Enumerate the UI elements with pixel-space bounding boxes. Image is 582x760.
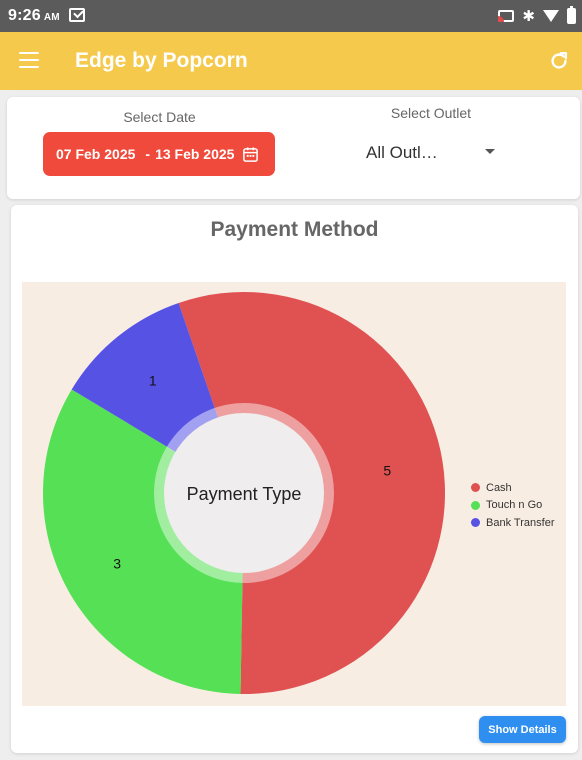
- donut-center-label: Payment Type: [187, 484, 302, 504]
- legend-item: Cash: [471, 479, 567, 497]
- legend-label: Bank Transfer: [486, 516, 555, 529]
- slice-value-label: 3: [113, 555, 121, 571]
- outlet-dropdown[interactable]: All Outl…: [366, 139, 506, 167]
- filter-card: Select Date 07 Feb 2025 - 13 Feb 2025 Se…: [7, 97, 580, 199]
- chart-plot-area: Payment Type 5 3 1 Cash Touch n Go Bank Tran…: [22, 282, 566, 706]
- legend-label: Touch n Go: [486, 499, 543, 512]
- payment-method-card: Payment Method Payment Type 5 3 1 Cash Touc…: [11, 205, 578, 753]
- app-bar: Edge by Popcorn: [0, 32, 582, 90]
- legend-item: Touch n Go: [471, 497, 567, 515]
- legend-swatch: [471, 518, 480, 528]
- wifi-icon: [543, 10, 559, 22]
- legend-label: Cash: [486, 481, 512, 494]
- chart-legend: Cash Touch n Go Bank Transfer: [471, 479, 567, 532]
- outlet-value: All Outl…: [366, 143, 438, 162]
- dropdown-caret-icon: [485, 149, 495, 154]
- chart-title: Payment Method: [210, 218, 379, 241]
- legend-item: Bank Transfer: [471, 514, 567, 532]
- select-outlet-label: Select Outlet: [390, 105, 472, 121]
- slice-value-label: 1: [149, 372, 157, 388]
- legend-swatch: [471, 483, 480, 493]
- status-bar: 9:26 AM ✱: [0, 0, 582, 32]
- date-range-button[interactable]: 07 Feb 2025 - 13 Feb 2025: [43, 132, 275, 176]
- menu-icon[interactable]: [19, 52, 39, 68]
- date-separator: -: [145, 146, 151, 162]
- slice-value-label: 5: [383, 462, 391, 478]
- status-icons: ✱: [498, 6, 576, 26]
- battery-icon: [567, 6, 576, 24]
- notification-check-icon: [69, 8, 85, 22]
- legend-swatch: [471, 500, 480, 510]
- app-title: Edge by Popcorn: [75, 49, 248, 72]
- date-end: 13 Feb 2025: [155, 146, 235, 162]
- cast-icon: [498, 10, 515, 22]
- show-details-button[interactable]: Show Details: [479, 716, 566, 743]
- bluetooth-icon: ✱: [522, 7, 535, 25]
- date-start: 07 Feb 2025: [56, 146, 136, 162]
- status-time: 9:26 AM: [8, 7, 60, 24]
- calendar-icon: [243, 146, 259, 162]
- select-date-label: Select Date: [123, 109, 196, 125]
- refresh-icon[interactable]: [548, 50, 570, 72]
